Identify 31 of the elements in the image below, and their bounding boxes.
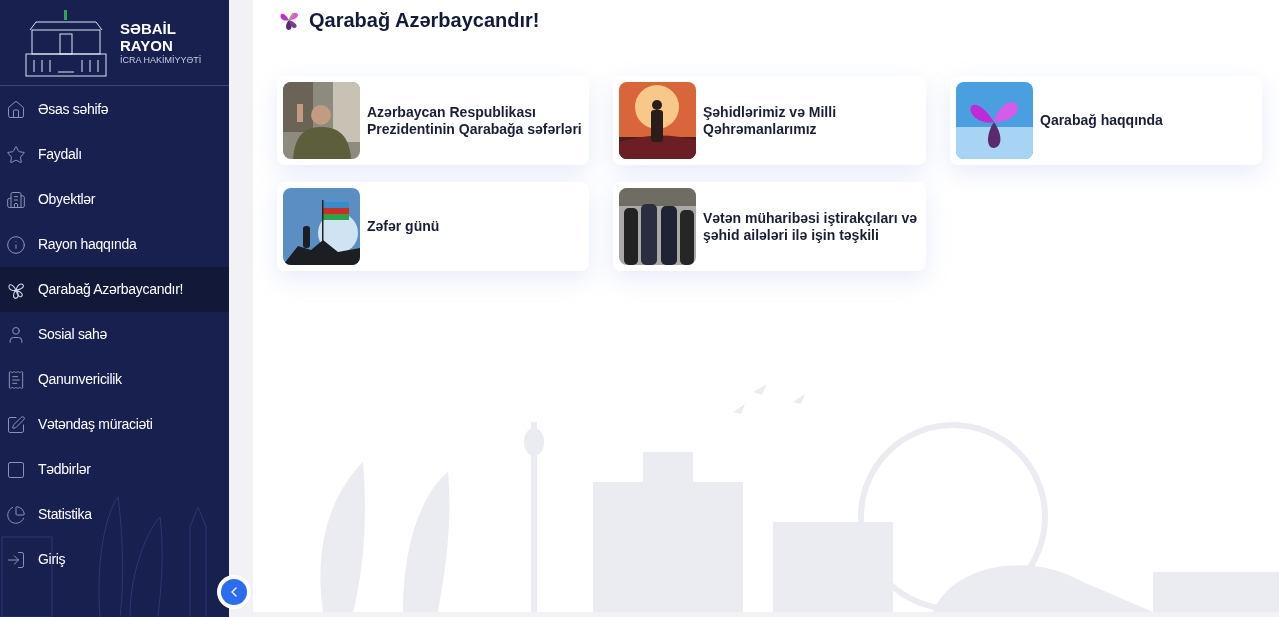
logo-icon (24, 7, 108, 78)
sidebar-item[interactable]: Vətəndaş müraciəti (0, 402, 229, 447)
logo-title: RAYON (120, 36, 174, 54)
sidebar-item[interactable]: Giriş (0, 537, 229, 582)
sidebar-item[interactable]: Əsas səhifə (0, 87, 229, 132)
home-icon (6, 99, 26, 120)
edit-icon (6, 414, 26, 435)
logo-title: SƏBAİL (120, 19, 177, 37)
category-card[interactable]: Şəhidlərimiz və Milli Qəhrəmanlarımız (613, 76, 926, 165)
login-icon (6, 549, 26, 570)
building-icon (6, 189, 26, 210)
sidebar-item[interactable]: Qarabağ Azərbaycandır! (0, 267, 229, 312)
page-title: Qarabağ Azərbaycandır! (309, 8, 540, 33)
category-card[interactable]: Azərbaycan Respublikası Prezidentinin Qarabağa səfərləri (277, 76, 589, 165)
calendar-icon (6, 459, 26, 480)
collapse-button[interactable] (221, 579, 247, 605)
sidebar-item[interactable]: Sosial sahə (0, 312, 229, 357)
document-icon (6, 369, 26, 390)
category-card[interactable]: Zəfər günü (277, 182, 589, 271)
pie-chart-icon (6, 504, 26, 525)
sidebar-item[interactable]: Rayon haqqında (0, 222, 229, 267)
sidebar-item[interactable]: Faydalı (0, 132, 229, 177)
sidebar-item[interactable]: Statistika (0, 492, 229, 537)
sidebar-item[interactable]: Obyektlər (0, 177, 229, 222)
sidebar-item[interactable]: Tədbirlər (0, 447, 229, 492)
category-card[interactable]: Vətən müharibəsi iştirakçıları və şəhid ailələri ilə işin təşkili (613, 182, 926, 271)
info-icon (6, 234, 26, 255)
logo-subtitle: İCRA HAKİMİYYƏTİ (120, 53, 202, 66)
star-icon (6, 144, 26, 165)
category-card[interactable]: Qarabağ haqqında (950, 76, 1262, 165)
sidebar-item[interactable]: Qanunvericilik (0, 357, 229, 402)
